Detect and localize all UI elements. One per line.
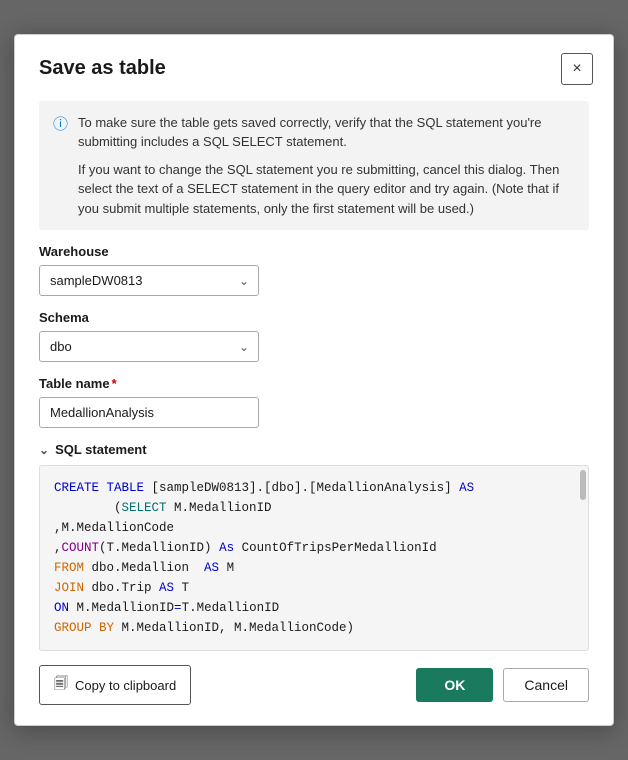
dialog-header: Save as table ×: [15, 35, 613, 95]
info-line1: To make sure the table gets saved correc…: [78, 113, 575, 152]
info-line2: If you want to change the SQL statement …: [78, 160, 575, 219]
code-line-4: ,COUNT(T.MedallionID) As CountOfTripsPer…: [54, 538, 574, 558]
code-line-3: ,M.MedallionCode: [54, 518, 574, 538]
code-line-2: (SELECT M.MedallionID: [54, 498, 574, 518]
info-box: ⓘ To make sure the table gets saved corr…: [39, 101, 589, 231]
schema-label: Schema: [39, 310, 589, 325]
close-icon: ×: [572, 60, 581, 78]
code-line-6: JOIN dbo.Trip AS T: [54, 578, 574, 598]
table-name-label: Table name*: [39, 376, 589, 391]
save-as-table-dialog: Save as table × ⓘ To make sure the table…: [14, 34, 614, 727]
chevron-down-icon: ⌄: [39, 443, 49, 457]
copy-icon: 🗐: [54, 673, 68, 697]
scrollbar[interactable]: [580, 470, 586, 500]
code-line-1: CREATE TABLE [sampleDW0813].[dbo].[Medal…: [54, 478, 574, 498]
copy-to-clipboard-button[interactable]: 🗐 Copy to clipboard: [39, 665, 191, 705]
warehouse-select-wrapper: sampleDW0813 ⌄: [39, 265, 259, 296]
info-icon: ⓘ: [53, 114, 68, 219]
schema-select-wrapper: dbo ⌄: [39, 331, 259, 362]
info-text: To make sure the table gets saved correc…: [78, 113, 575, 219]
dialog-footer: 🗐 Copy to clipboard OK Cancel: [15, 651, 613, 725]
copy-btn-label: Copy to clipboard: [75, 678, 176, 693]
close-button[interactable]: ×: [561, 53, 593, 85]
right-buttons: OK Cancel: [416, 668, 589, 702]
sql-code-area: CREATE TABLE [sampleDW0813].[dbo].[Medal…: [39, 465, 589, 651]
required-marker: *: [112, 376, 117, 391]
cancel-button[interactable]: Cancel: [503, 668, 589, 702]
warehouse-label: Warehouse: [39, 244, 589, 259]
ok-button[interactable]: OK: [416, 668, 493, 702]
code-line-8: GROUP BY M.MedallionID, M.MedallionCode): [54, 618, 574, 638]
schema-select[interactable]: dbo: [39, 331, 259, 362]
form-section: Warehouse sampleDW0813 ⌄ Schema dbo ⌄ Ta…: [15, 244, 613, 428]
warehouse-select[interactable]: sampleDW0813: [39, 265, 259, 296]
sql-toggle[interactable]: ⌄ SQL statement: [39, 442, 589, 457]
sql-section-label: SQL statement: [55, 442, 147, 457]
code-line-5: FROM dbo.Medallion AS M: [54, 558, 574, 578]
code-line-7: ON M.MedallionID=T.MedallionID: [54, 598, 574, 618]
sql-section: ⌄ SQL statement CREATE TABLE [sampleDW08…: [39, 442, 589, 651]
dialog-title: Save as table: [39, 57, 166, 80]
table-name-input[interactable]: [39, 397, 259, 428]
